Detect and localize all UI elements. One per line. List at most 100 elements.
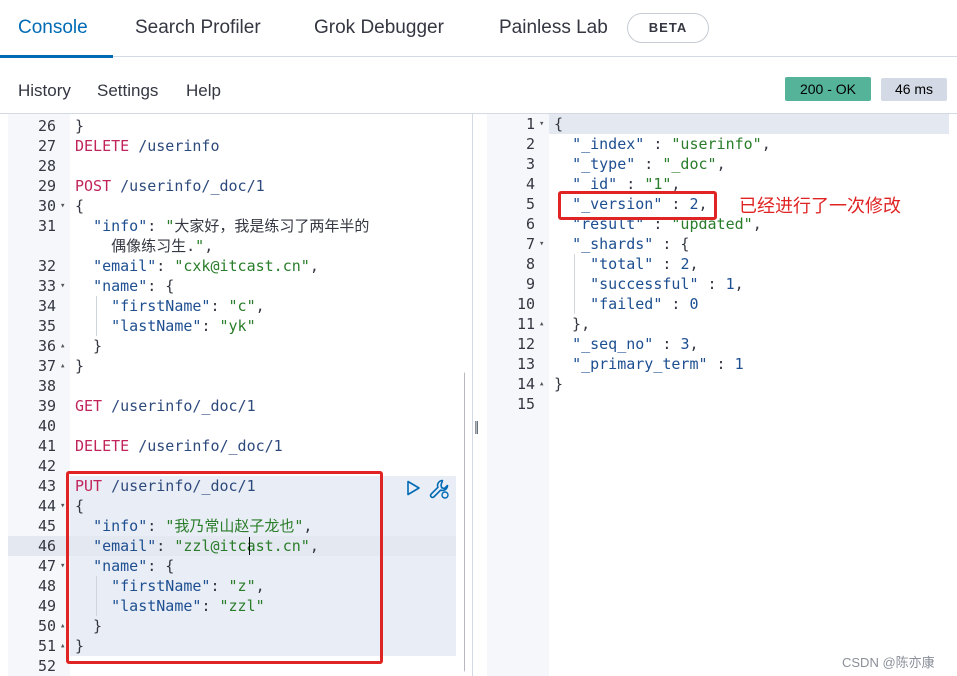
line-number: 29 (37, 177, 56, 195)
code-text: DELETE /userinfo/_doc/1 (75, 437, 283, 455)
version-highlight-box (558, 191, 717, 220)
line-number: 26 (37, 117, 56, 135)
status-badge: 200 - OK (785, 77, 871, 101)
request-line: 41 DELETE /userinfo/_doc/1 (8, 436, 465, 456)
code-text: "lastName": "yk" (111, 317, 256, 335)
fold-close-icon[interactable]: ▴ (60, 636, 65, 656)
line-number: 5 (525, 195, 535, 213)
indent-guide (574, 254, 575, 314)
request-line: 33 ▾ "name": { (8, 276, 465, 296)
code-text: "_shards" : { (572, 235, 690, 253)
fold-close-icon[interactable]: ▴ (60, 336, 65, 356)
line-number: 2 (525, 135, 535, 153)
code-text: "_primary_term" : 1 (572, 355, 744, 373)
code-text: POST /userinfo/_doc/1 (75, 177, 265, 195)
line-number: 33 (37, 277, 56, 295)
help-link[interactable]: Help (186, 81, 221, 101)
line-number: 41 (37, 437, 56, 455)
line-number: 34 (37, 297, 56, 315)
code-text: "total" : 2, (590, 255, 699, 273)
response-line: 14 ▴} (487, 374, 947, 394)
tab-search-profiler[interactable]: Search Profiler (135, 17, 261, 39)
response-line: 3 "_type" : "_doc", (487, 154, 947, 174)
fold-open-icon[interactable]: ▾ (60, 196, 65, 216)
fold-open-icon[interactable]: ▾ (539, 234, 544, 254)
request-line: 39 GET /userinfo/_doc/1 (8, 396, 465, 416)
line-number: 28 (37, 157, 56, 175)
fold-close-icon[interactable]: ▴ (60, 356, 65, 376)
settings-link[interactable]: Settings (97, 81, 158, 101)
wrench-icon[interactable] (428, 478, 450, 505)
line-number: 37 (37, 357, 56, 375)
tab-grok-debugger[interactable]: Grok Debugger (314, 17, 444, 39)
line-number: 12 (516, 335, 535, 353)
line-number: 43 (37, 477, 56, 495)
line-number: 47 (37, 557, 56, 575)
code-text: } (75, 357, 85, 375)
response-line: 12 "_seq_no" : 3, (487, 334, 947, 354)
line-number: 50 (37, 617, 56, 635)
fold-close-icon[interactable]: ▴ (60, 616, 65, 636)
code-text: } (75, 117, 85, 135)
tab-painless-lab[interactable]: Painless Lab (499, 17, 608, 39)
code-text: } (554, 375, 564, 393)
line-number: 31 (37, 217, 56, 235)
history-link[interactable]: History (18, 81, 71, 101)
response-line: 4 "_id" : "1", (487, 174, 947, 194)
indent-guide (96, 296, 97, 336)
top-tab-bar: Console Search Profiler Grok Debugger Pa… (0, 0, 957, 58)
line-number: 1 (525, 115, 535, 133)
request-line: 31 "info": "大家好，我是练习了两年半的 (8, 216, 465, 236)
code-text: "_type" : "_doc", (572, 155, 726, 173)
code-text: GET /userinfo/_doc/1 (75, 397, 256, 415)
line-number: 51 (37, 637, 56, 655)
request-editor-scrollbar[interactable] (464, 372, 465, 672)
watermark: CSDN @陈亦康 (842, 655, 935, 670)
play-icon[interactable] (405, 480, 421, 501)
fold-open-icon[interactable]: ▾ (60, 276, 65, 296)
line-number: 7 (525, 235, 535, 253)
line-number: 35 (37, 317, 56, 335)
resize-grip-icon[interactable]: || (474, 418, 479, 434)
code-text: } (75, 337, 103, 355)
request-line: 34 "firstName": "c", (8, 296, 465, 316)
code-text: DELETE /userinfo (75, 137, 220, 155)
line-number: 8 (525, 255, 535, 273)
line-number: 14 (516, 375, 535, 393)
line-number: 38 (37, 377, 56, 395)
request-line: 28 (8, 156, 465, 176)
line-number: 10 (516, 295, 535, 313)
line-number: 32 (37, 257, 56, 275)
code-text: "name": { (93, 277, 175, 295)
line-number: 42 (37, 457, 56, 475)
fold-close-icon[interactable]: ▴ (539, 374, 544, 394)
fold-open-icon[interactable]: ▾ (539, 114, 544, 134)
line-number: 6 (525, 215, 535, 233)
request-line: 30 ▾ { (8, 196, 465, 216)
code-text: 偶像练习生.", (75, 237, 214, 255)
line-number: 11 (516, 315, 535, 333)
response-line: 2 "_index" : "userinfo", (487, 134, 947, 154)
console-menu-bar: History Settings Help 200 - OK 46 ms (0, 58, 957, 114)
line-number: 45 (37, 517, 56, 535)
request-line: 27 DELETE /userinfo (8, 136, 465, 156)
response-line: 15 (487, 394, 947, 414)
line-number: 44 (37, 497, 56, 515)
response-line: 8 "total" : 2, (487, 254, 947, 274)
code-text: }, (554, 315, 591, 333)
fold-open-icon[interactable]: ▾ (60, 496, 65, 516)
tab-console[interactable]: Console (18, 17, 88, 39)
line-number: 30 (37, 197, 56, 215)
code-text: { (554, 115, 564, 133)
pane-resizer[interactable] (472, 114, 486, 676)
response-line: 10 "failed" : 0 (487, 294, 947, 314)
annotation-text: 已经进行了一次修改 (739, 196, 901, 217)
code-text: "firstName": "c", (111, 297, 265, 315)
fold-open-icon[interactable]: ▾ (60, 556, 65, 576)
line-number: 40 (37, 417, 56, 435)
line-number: 49 (37, 597, 56, 615)
code-text: "_seq_no" : 3, (572, 335, 699, 353)
line-number: 13 (516, 355, 535, 373)
line-number: 4 (525, 175, 535, 193)
fold-close-icon[interactable]: ▴ (539, 314, 544, 334)
